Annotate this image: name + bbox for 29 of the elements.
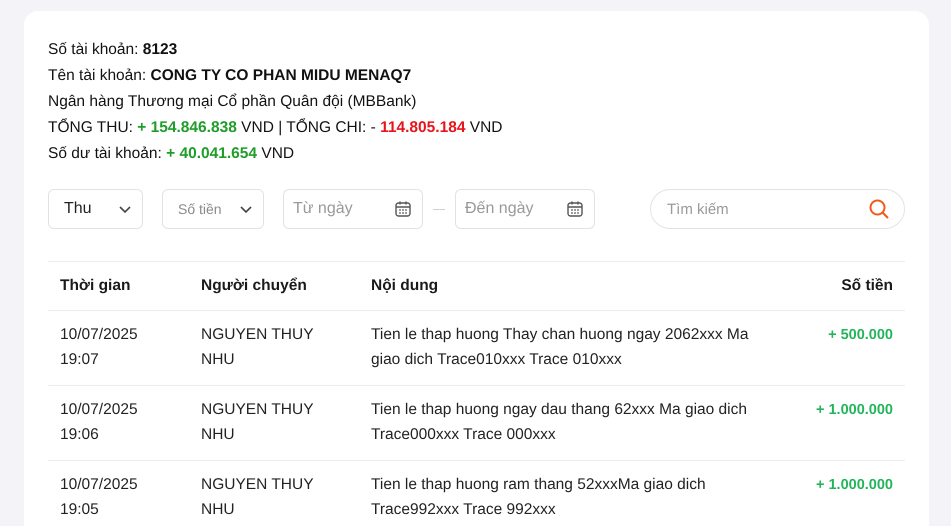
table-cell: Tien le thap huong ram thang 52xxxMa giao dich Trace992xxx Trace 992xxx bbox=[359, 460, 781, 526]
account-info-line: Ngân hàng Thương mại Cổ phần Quân đội (MBBank) bbox=[48, 92, 418, 112]
type-select[interactable]: Thu bbox=[48, 189, 143, 229]
account-info-line: Tên tài khoản: CONG TY CO PHAN MIDU MENAQ7 bbox=[48, 66, 412, 86]
table-cell: 10/07/2025 19:05 bbox=[48, 460, 189, 526]
column-header: Nội dung bbox=[359, 262, 781, 310]
column-header: Số tiền bbox=[781, 262, 905, 310]
table-cell: + 500.000 bbox=[781, 310, 905, 386]
account-info-line: Số tài khoản: 8123 bbox=[48, 40, 178, 60]
search-icon bbox=[868, 198, 890, 220]
search-field[interactable]: Tìm kiếm bbox=[650, 189, 905, 229]
table-cell: 10/07/2025 19:07 bbox=[48, 310, 189, 386]
table-cell: NGUYEN THUY NHU bbox=[189, 310, 359, 386]
table-cell: NGUYEN THUY NHU bbox=[189, 386, 359, 460]
table-cell: + 1.000.000 bbox=[781, 460, 905, 526]
amount-select[interactable]: Số tiền bbox=[162, 189, 264, 229]
table-cell: 10/07/2025 19:06 bbox=[48, 386, 189, 460]
table-cell: NGUYEN THUY NHU bbox=[189, 460, 359, 526]
account-info-line: TỔNG THU: + 154.846.838 VND | TỔNG CHI: - 114.805.184 VND bbox=[48, 117, 504, 138]
account-info-line: Số dư tài khoản: + 40.041.654 VND bbox=[48, 144, 296, 164]
from-date-field[interactable]: Từ ngày bbox=[283, 189, 423, 229]
to-date-field[interactable]: Đến ngày bbox=[455, 189, 595, 229]
column-header: Thời gian bbox=[48, 262, 189, 310]
table-cell: + 1.000.000 bbox=[781, 386, 905, 460]
table-cell: Tien le thap huong Thay chan huong ngay 2062xxx Ma giao dich Trace010xxx Trace 010xxx bbox=[359, 310, 781, 386]
calendar-icon bbox=[394, 200, 412, 218]
table-cell: Tien le thap huong ngay dau thang 62xxx Ma giao dich Trace000xxx Trace 000xxx bbox=[359, 386, 781, 460]
calendar-icon bbox=[566, 200, 584, 218]
column-header: Người chuyển bbox=[189, 262, 359, 310]
